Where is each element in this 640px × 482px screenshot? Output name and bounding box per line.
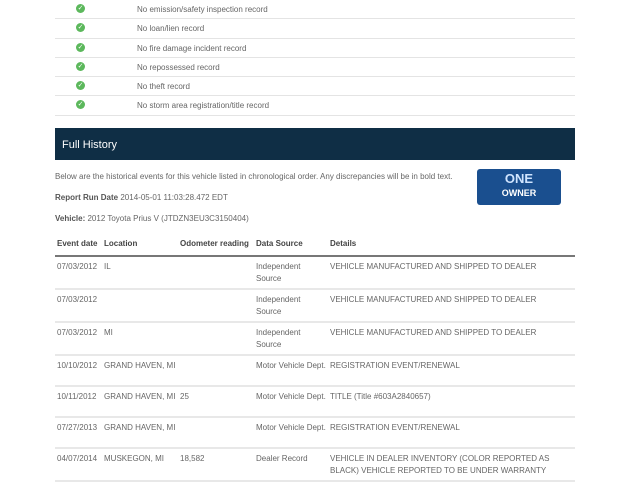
table-cell: Independent Source [254, 256, 328, 290]
table-cell: VEHICLE MANUFACTURED AND SHIPPED TO DEAL… [328, 256, 575, 290]
column-header: Data Source [254, 236, 328, 257]
table-row: 07/03/2012 IL Independent Source VEHICLE MA… [55, 256, 575, 290]
check-icon: ✓ [76, 100, 85, 110]
table-cell: REGISTRATION EVENT/RENEWAL [328, 355, 575, 387]
table-cell: 10/10/2012 [55, 355, 102, 387]
table-cell: VEHICLE IN DEALER INVENTORY (COLOR REPOR… [328, 448, 575, 482]
logo-top: ONE [504, 171, 534, 186]
label: Vehicle: [55, 214, 86, 223]
table-cell: Dealer Record [254, 448, 328, 482]
check-icon: ✓ [76, 61, 85, 71]
check-icon: ✓ [76, 81, 85, 91]
table-cell: MI [102, 322, 178, 356]
check-row: ✓ No loan/lien record [55, 19, 575, 39]
check-text: No emission/safety inspection record [137, 5, 268, 14]
column-header: Odometer reading [178, 236, 254, 257]
table-cell: Independent Source [254, 289, 328, 323]
table-cell: Motor Vehicle Dept. [254, 355, 328, 387]
table-cell: 07/03/2012 [55, 322, 102, 356]
table-cell: TITLE (Title #603A2840657) [328, 386, 575, 418]
check-icon: ✓ [76, 23, 85, 33]
table-cell: MUSKEGON, MI [102, 448, 178, 482]
column-header: Event date [55, 236, 102, 257]
table-cell: GRAND HAVEN, MI [102, 417, 178, 449]
check-text: No repossessed record [137, 62, 220, 72]
table-cell [178, 417, 254, 449]
check-text: No storm area registration/title record [137, 101, 270, 111]
table-cell: REGISTRATION EVENT/RENEWAL [328, 417, 575, 449]
report-run-date: Report Run Date 2014-05-01 11:03:28.472 … [55, 193, 228, 202]
table-cell: 04/07/2014 [55, 448, 102, 482]
table-cell [178, 256, 254, 290]
table-row: 10/10/2012 GRAND HAVEN, MI Motor Vehicle D… [55, 355, 575, 387]
table-cell: 25 [178, 386, 254, 418]
record-checks: ✓ No emission/safety inspection record ✓ N… [55, 0, 575, 116]
column-header: Details [328, 236, 575, 257]
check-row: ✓ No theft record [55, 77, 575, 97]
check-text: No fire damage incident record [137, 43, 247, 53]
table-cell: GRAND HAVEN, MI [102, 386, 178, 418]
check-text: No loan/lien record [137, 24, 205, 34]
table-cell: Motor Vehicle Dept. [254, 386, 328, 418]
table-cell: VEHICLE MANUFACTURED AND SHIPPED TO DEAL… [328, 322, 575, 356]
table-row: 10/11/2012 GRAND HAVEN, MI 25 Motor Vehicle… [55, 386, 575, 418]
table-cell: 10/11/2012 [55, 386, 102, 418]
value: 2012 Toyota Prius V (JTDZN3EU3C3150404) [87, 214, 249, 223]
table-cell [178, 289, 254, 323]
check-row: ✓ No fire damage incident record [55, 39, 575, 58]
table-cell [178, 322, 254, 356]
table-cell: 07/03/2012 [55, 289, 102, 323]
table-cell [102, 289, 178, 323]
check-row: ✓ No repossessed record [55, 58, 575, 78]
table-cell: GRAND HAVEN, MI [102, 355, 178, 387]
one-owner-badge: ONE OWNER [477, 169, 561, 205]
table-cell: Motor Vehicle Dept. [254, 417, 328, 449]
vehicle-info: Vehicle: 2012 Toyota Prius V (JTDZN3EU3C… [55, 214, 249, 223]
table-row: 04/07/2014 MUSKEGON, MI 18,582 Dealer Recor… [55, 448, 575, 482]
table-cell: VEHICLE MANUFACTURED AND SHIPPED TO DEAL… [328, 289, 575, 323]
table-cell: Independent Source [254, 322, 328, 356]
label: Report Run Date [55, 193, 119, 202]
logo-bottom: OWNER [501, 188, 537, 198]
check-text: No theft record [137, 82, 190, 92]
table-cell [178, 355, 254, 387]
check-row: ✓ No storm area registration/title record [55, 96, 575, 116]
check-row: ✓ No emission/safety inspection record [55, 0, 575, 20]
column-header: Location [102, 236, 178, 257]
table-row: 07/03/2012 MI Independent Source VEHICLE MA… [55, 322, 575, 356]
table-cell: 07/27/2013 [55, 417, 102, 449]
table-cell: 07/03/2012 [55, 256, 102, 290]
table-cell: IL [102, 256, 178, 290]
table-row: 07/03/2012 Independent Source VEHICLE MANU… [55, 289, 575, 323]
check-icon: ✓ [76, 4, 85, 13]
table-cell: 18,582 [178, 448, 254, 482]
table-row: 07/27/2013 GRAND HAVEN, MI Motor Vehicle D… [55, 417, 575, 449]
section-header: Full History [55, 128, 575, 160]
history-table: Event date Location Odometer reading Data S… [55, 236, 575, 482]
value: 2014-05-01 11:03:28.472 EDT [120, 193, 228, 202]
intro-text: Below are the historical events for this… [55, 172, 453, 181]
check-icon: ✓ [76, 42, 85, 52]
